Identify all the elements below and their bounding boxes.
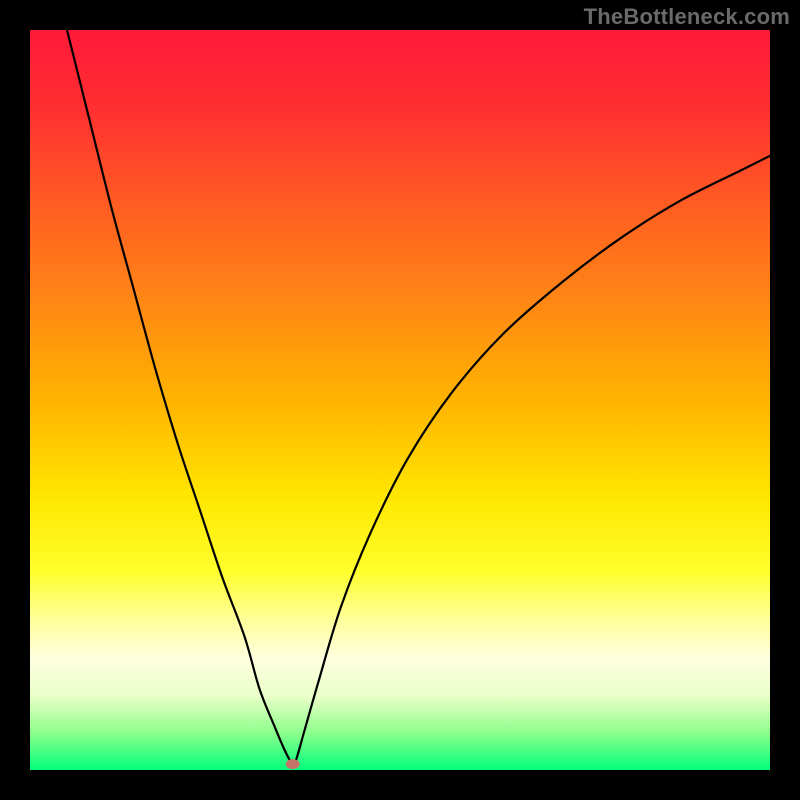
watermark-text: TheBottleneck.com <box>584 4 790 30</box>
plot-area <box>30 30 770 770</box>
minimum-marker <box>286 759 300 769</box>
chart-frame: TheBottleneck.com <box>0 0 800 800</box>
plot-svg <box>30 30 770 770</box>
gradient-background <box>30 30 770 770</box>
